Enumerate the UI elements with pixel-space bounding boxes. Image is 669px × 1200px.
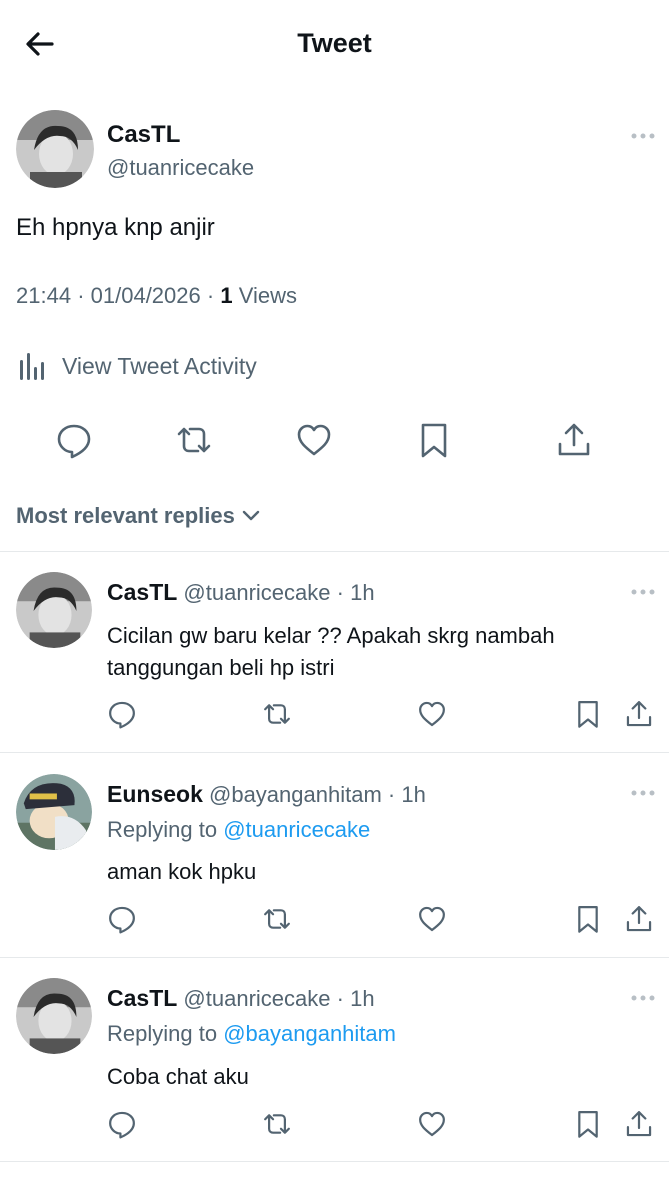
reply-avatar[interactable] xyxy=(16,978,92,1054)
meta-separator: · xyxy=(206,283,215,308)
replying-to-link[interactable]: @tuanricecake xyxy=(223,817,370,842)
more-options-icon[interactable] xyxy=(630,993,656,1003)
replying-to: Replying to @bayanganhitam xyxy=(107,1021,396,1047)
top-bar: Tweet xyxy=(0,0,669,88)
reply-text: Cicilan gw baru kelar ?? Apakah skrg nam… xyxy=(107,623,555,680)
share-icon[interactable] xyxy=(624,699,654,729)
divider xyxy=(0,551,669,552)
tweet-date: 01/04/2026 xyxy=(90,283,201,308)
reply-name[interactable]: CasTL xyxy=(107,579,177,605)
reply-name[interactable]: Eunseok xyxy=(107,781,203,807)
reply-icon[interactable] xyxy=(107,904,137,934)
reply-header: CasTL @tuanricecake · 1h xyxy=(107,985,375,1012)
more-options-icon[interactable] xyxy=(630,131,656,141)
replying-to-link[interactable]: @bayanganhitam xyxy=(223,1021,396,1046)
reply-handle[interactable]: @tuanricecake xyxy=(183,986,330,1011)
divider xyxy=(0,957,669,958)
author-name[interactable]: CasTL xyxy=(107,121,180,149)
share-icon[interactable] xyxy=(555,421,593,459)
author-handle[interactable]: @tuanricecake xyxy=(107,155,254,181)
like-icon[interactable] xyxy=(417,904,447,934)
reply-time: 1h xyxy=(401,782,426,807)
page-title: Tweet xyxy=(297,28,372,58)
meta-separator: · xyxy=(387,782,396,807)
replying-to: Replying to @tuanricecake xyxy=(107,817,370,843)
like-icon[interactable] xyxy=(295,421,333,459)
more-options-icon[interactable] xyxy=(630,788,656,798)
replies-sort-dropdown[interactable]: Most relevant replies xyxy=(16,503,261,529)
tweet-meta: 21:44 · 01/04/2026 · 1 Views xyxy=(16,283,297,309)
reply-text: Coba chat aku xyxy=(107,1064,249,1089)
bookmark-icon[interactable] xyxy=(415,421,453,459)
reply-icon[interactable] xyxy=(55,421,93,459)
reply-time: 1h xyxy=(350,986,375,1011)
tweet-time: 21:44 xyxy=(16,283,72,308)
reply-header: CasTL @tuanricecake · 1h xyxy=(107,579,375,606)
replying-prefix: Replying to xyxy=(107,817,218,842)
meta-separator: · xyxy=(336,580,344,605)
divider xyxy=(0,1161,669,1162)
replying-prefix: Replying to xyxy=(107,1021,218,1046)
reply-icon[interactable] xyxy=(107,699,137,729)
tweet-text: Eh hpnya knp anjir xyxy=(16,214,215,241)
retweet-icon[interactable] xyxy=(175,421,213,459)
reply-name[interactable]: CasTL xyxy=(107,985,177,1011)
bookmark-icon[interactable] xyxy=(573,1109,603,1139)
reply-time: 1h xyxy=(350,580,375,605)
view-tweet-activity-button[interactable]: View Tweet Activity xyxy=(18,348,257,384)
reply-icon[interactable] xyxy=(107,1109,137,1139)
like-icon[interactable] xyxy=(417,1109,447,1139)
retweet-icon[interactable] xyxy=(262,904,292,934)
meta-separator: · xyxy=(336,986,344,1011)
bookmark-icon[interactable] xyxy=(573,699,603,729)
replies-sort-label: Most relevant replies xyxy=(16,503,235,528)
retweet-icon[interactable] xyxy=(262,1109,292,1139)
reply-header: Eunseok @bayanganhitam · 1h xyxy=(107,781,426,808)
views-count: 1 xyxy=(220,283,233,308)
bookmark-icon[interactable] xyxy=(573,904,603,934)
views-label[interactable]: Views xyxy=(239,283,297,308)
reply-avatar[interactable] xyxy=(16,572,92,648)
reply-text: aman kok hpku xyxy=(107,859,257,884)
author-name-text: CasTL xyxy=(107,121,181,148)
like-icon[interactable] xyxy=(417,699,447,729)
share-icon[interactable] xyxy=(624,904,654,934)
activity-bars-icon xyxy=(20,353,44,380)
share-icon[interactable] xyxy=(624,1109,654,1139)
activity-label: View Tweet Activity xyxy=(62,352,257,379)
chevron-down-icon xyxy=(242,510,260,521)
reply-avatar[interactable] xyxy=(16,774,92,850)
divider xyxy=(0,752,669,753)
reply-handle[interactable]: @tuanricecake xyxy=(183,580,330,605)
reply-handle[interactable]: @bayanganhitam xyxy=(209,782,382,807)
author-avatar[interactable] xyxy=(16,110,94,188)
more-options-icon[interactable] xyxy=(630,587,656,597)
retweet-icon[interactable] xyxy=(262,699,292,729)
meta-separator: · xyxy=(77,283,85,308)
